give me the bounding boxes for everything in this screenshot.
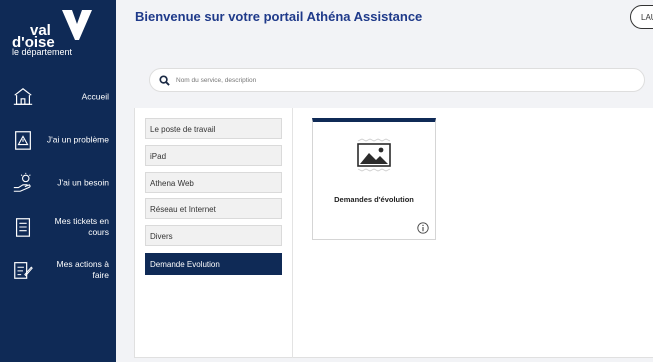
logo-v-mark: [62, 10, 92, 40]
category-poste-de-travail[interactable]: Le poste de travail: [145, 118, 282, 139]
category-reseau-internet[interactable]: Réseau et Internet: [145, 198, 282, 219]
sidebar-item-besoin[interactable]: J'ai un besoin: [0, 163, 116, 203]
page-title: Bienvenue sur votre portail Athéna Assis…: [135, 9, 423, 24]
search-icon[interactable]: [159, 75, 170, 86]
sidebar-item-label: Mes tickets en cours: [54, 216, 109, 237]
ticket-list-icon: [15, 218, 31, 237]
panel-divider: [292, 108, 293, 358]
sidebar-item-accueil[interactable]: Accueil: [0, 77, 116, 117]
info-icon[interactable]: [417, 222, 429, 234]
sidebar: val d'oise le département Accueil J'ai u…: [0, 0, 116, 362]
category-divers[interactable]: Divers: [145, 225, 282, 246]
sidebar-item-label: J'ai un besoin: [57, 177, 109, 188]
hand-idea-icon: [13, 172, 31, 192]
service-title: Demandes d'évolution: [334, 195, 414, 204]
image-placeholder-icon: [357, 138, 391, 172]
sidebar-item-probleme[interactable]: J'ai un problème: [0, 120, 116, 160]
category-athena-web[interactable]: Athena Web: [145, 172, 282, 193]
category-demande-evolution[interactable]: Demande Evolution: [145, 253, 282, 275]
search-bar[interactable]: [149, 68, 645, 92]
home-icon: [13, 87, 33, 105]
warning-icon: [15, 131, 31, 150]
search-input[interactable]: [176, 73, 616, 88]
sidebar-item-label: J'ai un problème: [46, 134, 109, 145]
val-doise-logo[interactable]: val d'oise le département: [8, 8, 108, 58]
sidebar-item-label: Accueil: [81, 91, 109, 102]
category-ipad[interactable]: iPad: [145, 145, 282, 166]
sidebar-item-label: Mes actions à faire: [56, 259, 109, 280]
service-card[interactable]: Demandes d'évolution: [312, 118, 436, 240]
sidebar-item-actions[interactable]: Mes actions à faire: [0, 250, 116, 290]
user-menu-button[interactable]: LAU: [630, 5, 653, 29]
actions-icon: [14, 262, 33, 279]
sidebar-item-tickets[interactable]: Mes tickets en cours: [0, 207, 116, 247]
logo-line-departement: le département: [12, 47, 73, 57]
